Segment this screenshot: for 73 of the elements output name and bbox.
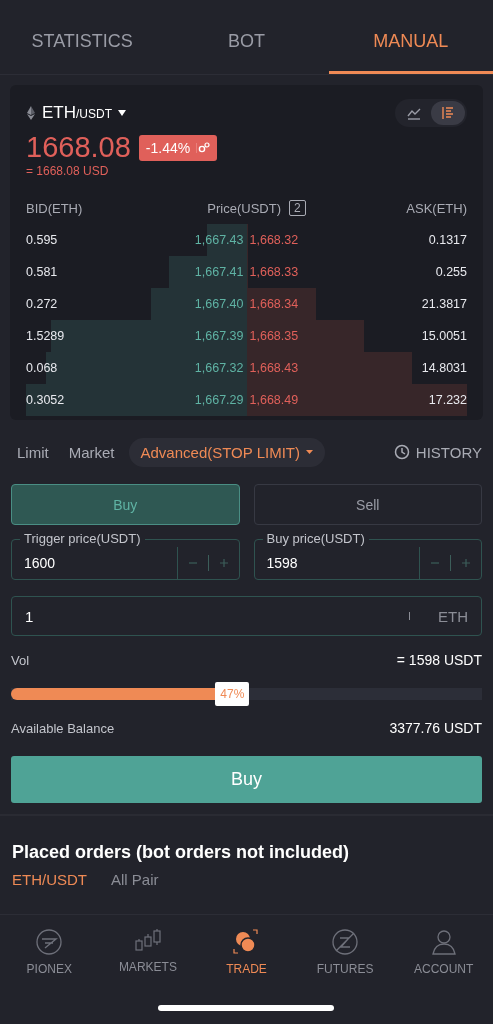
bid-price[interactable]: 1,667.29: [194, 393, 247, 407]
nav-tab[interactable]: PIONEX: [0, 929, 99, 976]
nav-tab[interactable]: ACCOUNT: [394, 929, 493, 976]
side-button[interactable]: Buy: [11, 484, 240, 525]
plus-icon[interactable]: [218, 558, 229, 568]
ask-amount: 17.232: [428, 393, 467, 407]
column-header: ASK(ETH): [405, 200, 467, 216]
order-type-tab[interactable]: Limit: [11, 437, 55, 467]
vol-value: = 1598 USDT: [396, 652, 482, 668]
buy-button[interactable]: Buy: [11, 756, 482, 803]
bid-price[interactable]: 1,667.43: [194, 233, 247, 247]
bid-amount: 0.595: [26, 233, 58, 247]
ethereum-icon: [26, 105, 36, 121]
line-chart-icon: [407, 106, 421, 120]
text-cursor: [409, 612, 410, 620]
list-icon: [441, 106, 455, 120]
pair-selector[interactable]: ETH/USDT: [42, 103, 112, 123]
caret-icon[interactable]: [118, 109, 126, 117]
history-link[interactable]: HISTORY: [393, 443, 482, 461]
tab[interactable]: STATISTICS: [0, 0, 165, 74]
order-type-tab[interactable]: Advanced(STOP LIMIT): [128, 437, 326, 467]
person-icon: [430, 929, 457, 955]
ask-price[interactable]: 1,668.35: [246, 329, 299, 343]
ask-price[interactable]: 1,668.43: [246, 361, 299, 375]
circles-icon: [196, 141, 211, 154]
futures-logo-icon: [332, 929, 359, 955]
balance-label: Available Balance: [11, 720, 115, 736]
ask-price[interactable]: 1,668.32: [246, 233, 299, 247]
amount-field[interactable]: 1 ETH: [11, 596, 482, 636]
order-book-toggle[interactable]: [431, 101, 465, 125]
tab[interactable]: MANUAL: [328, 0, 493, 74]
column-header: Price(USDT): [207, 200, 281, 216]
ask-amount: 0.255: [435, 265, 467, 279]
caret-icon: [306, 449, 314, 455]
pair-filter-tab[interactable]: All Pair: [111, 871, 159, 888]
ask-price[interactable]: 1,668.49: [246, 393, 299, 407]
ask-amount: 21.3817: [421, 297, 467, 311]
bid-price[interactable]: 1,667.32: [194, 361, 247, 375]
column-header: BID(ETH): [26, 200, 84, 216]
vol-label: Vol: [11, 652, 30, 668]
section-title: Placed orders (bot orders not included): [12, 842, 351, 863]
plus-icon[interactable]: [461, 558, 471, 568]
price-field[interactable]: Trigger price(USDT) 1600: [11, 531, 240, 580]
pair-filter-tab[interactable]: ETH/USDT: [12, 871, 87, 888]
balance-value: 3377.76 USDT: [389, 720, 482, 736]
last-price: 1668.08: [26, 131, 131, 164]
bid-amount: 0.068: [26, 361, 58, 375]
bid-amount: 1.5289: [26, 329, 65, 343]
bid-price[interactable]: 1,667.40: [194, 297, 247, 311]
bid-price[interactable]: 1,667.41: [194, 265, 247, 279]
nav-tab[interactable]: FUTURES: [295, 929, 395, 976]
bid-amount: 0.581: [26, 265, 58, 279]
change-badge: -1.44%: [138, 134, 218, 161]
bid-amount: 0.272: [26, 297, 58, 311]
bid-price[interactable]: 1,667.39: [194, 329, 247, 343]
ask-price[interactable]: 1,668.33: [246, 265, 299, 279]
precision-selector[interactable]: 2: [289, 200, 306, 216]
nav-tab[interactable]: TRADE: [197, 929, 296, 976]
ask-price[interactable]: 1,668.34: [246, 297, 299, 311]
ask-amount: 15.0051: [421, 329, 467, 343]
ask-amount: 14.8031: [421, 361, 467, 375]
ask-amount: 0.1317: [428, 233, 467, 247]
order-type-tab[interactable]: Market: [62, 437, 121, 467]
usd-price: = 1668.08 USD: [25, 164, 110, 178]
clock-icon: [393, 444, 410, 460]
price-field[interactable]: Buy price(USDT) 1598: [253, 531, 482, 580]
coins-icon: [233, 929, 260, 955]
swoosh-logo-icon: [36, 929, 63, 955]
candlestick-icon: [134, 929, 161, 953]
nav-tab[interactable]: MARKETS: [98, 929, 198, 976]
bid-amount: 0.3052: [26, 393, 65, 407]
side-button[interactable]: Sell: [253, 484, 482, 525]
tab[interactable]: BOT: [164, 0, 329, 74]
